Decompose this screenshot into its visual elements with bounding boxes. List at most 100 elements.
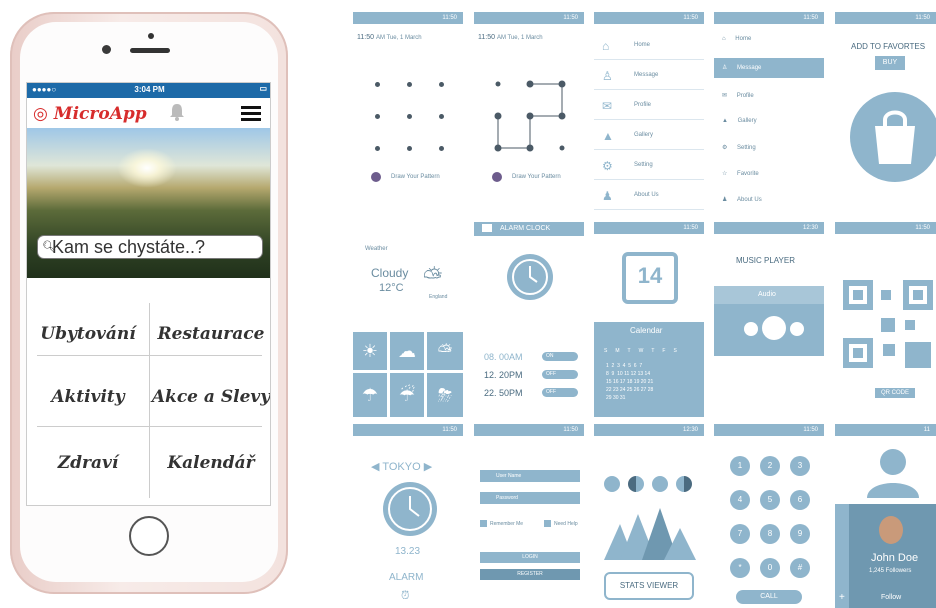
menu-item-setting[interactable]: ⚙ Setting [722,144,756,151]
pattern-dot[interactable] [375,114,380,119]
search-placeholder: Kam se chystáte..? [52,237,206,257]
login-button[interactable]: LOGIN [480,552,580,563]
menu-item-setting[interactable]: ⚙ Setting [594,150,704,180]
key-0[interactable]: 0 [760,558,780,578]
play-button[interactable] [762,316,786,340]
add-icon[interactable]: + [839,592,845,603]
qr-code-button[interactable]: QR CODE [875,388,915,398]
pattern-dot[interactable] [407,146,412,151]
key-8[interactable]: 8 [760,524,780,544]
lock-time: 11:50 AM Tue, 1 March [357,34,422,41]
calendar-weekdays: SMTWTFS [604,348,685,354]
favorites-title: ADD TO FAVORTES [851,42,926,51]
menu-item-profile[interactable]: ✉ Profile [594,90,704,120]
app-logo: ◎ MicroApp [33,104,147,124]
rain-icon: ☂︎ [353,373,387,417]
weekday: T [627,348,639,354]
music-label: Audio [758,291,776,298]
key-2[interactable]: 2 [760,456,780,476]
key-3[interactable]: 3 [790,456,810,476]
menu-item-profile[interactable]: ✉ Profile [722,92,754,99]
music-title: MUSIC PLAYER [736,256,795,265]
key-4[interactable]: 4 [730,490,750,510]
tile-restaurace[interactable]: Restaurace [150,301,270,367]
alarm-toggle-off[interactable]: OFF [542,388,578,397]
menu-item-gallery[interactable]: ▲ Gallery [722,118,757,124]
menu-item-message[interactable]: ♙ Message [722,64,761,71]
pattern-lock-drawn: 11:50 11:50 AM Tue, 1 March Draw Your Pa… [474,12,584,217]
key-hash[interactable]: # [790,558,810,578]
buy-button[interactable]: BUY [875,56,905,70]
weekday: T [651,348,663,354]
menu-item-message[interactable]: ♙ Message [594,60,704,90]
menu-item-label: Setting [737,145,756,151]
alarm-toggle-off[interactable]: OFF [542,370,578,379]
weekday: S [673,348,685,354]
mock-status-bar: 11:50 [474,12,584,24]
follow-button[interactable]: Follow [881,594,901,601]
key-5[interactable]: 5 [760,490,780,510]
help-checkbox[interactable] [544,520,551,527]
pattern-dot[interactable] [439,82,444,87]
menu-item-about[interactable]: ♟ About Us [594,180,704,210]
stats-viewer-button[interactable]: STATS VIEWER [604,572,694,600]
pattern-dot[interactable] [407,82,412,87]
bell-icon[interactable] [169,103,185,121]
register-button[interactable]: REGISTER [480,569,580,580]
lock-clock: 11:50 [478,34,495,41]
calendar-dates[interactable]: 1 2 3 4 5 6 7 8 9 10 11 12 13 14 15 16 17 … [606,362,653,402]
menu-item-about[interactable]: ♟ About Us [722,196,762,203]
search-input[interactable]: 🔍︎ Kam se chystáte..? [37,235,263,259]
remember-checkbox[interactable] [480,520,487,527]
username-field[interactable]: User Name [480,470,580,482]
tile-zdravi[interactable]: Zdraví [27,430,149,496]
login-screen: 11:50 User Name Password Remember Me Nee… [474,424,584,608]
menu-item-home[interactable]: ⌂ Home [722,36,751,42]
pattern-dot[interactable] [375,82,380,87]
tile-ubytovani[interactable]: Ubytování [27,301,149,367]
mock-status-bar: 11:50 [835,12,936,24]
pattern-dot[interactable] [439,146,444,151]
stats-viewer-screen: 12:30 STATS VIEWER [594,424,704,608]
battery-icon: ▭ [259,84,267,93]
hamburger-menu-icon[interactable] [241,106,261,122]
pie-icon [604,476,620,492]
key-1[interactable]: 1 [730,456,750,476]
key-7[interactable]: 7 [730,524,750,544]
pattern-dot[interactable] [407,114,412,119]
menu-icon[interactable] [482,224,492,232]
menu-item-favorite[interactable]: ☆ Favorite [722,170,759,177]
nav-menu-screen: 11:50 ⌂ Home ♙ Message ✉ Profile ▲ Gallery ⚙… [594,12,704,217]
alarm-time: 08. 00AM [484,352,523,362]
phone-screen: ●●●●○ 3:04 PM ▭ ◎ MicroApp 🔍︎ Kam se chy… [26,82,271,506]
tile-akce-a-slevy[interactable]: Akce a Slevy [150,364,270,430]
calendar-row: 29 30 31 [606,395,626,401]
alarm-time: 22. 50PM [484,388,523,398]
city-selector[interactable]: ◀ TOKYO ▶ [371,460,432,473]
alarm-clock-icon[interactable]: ⏰︎ [401,590,410,603]
key-9[interactable]: 9 [790,524,810,544]
tile-kalendar[interactable]: Kalendář [150,430,270,496]
key-6[interactable]: 6 [790,490,810,510]
tile-aktivity[interactable]: Aktivity [27,364,149,430]
mountain-chart-icon [604,508,696,560]
heavy-rain-icon: ☔︎ [390,373,424,417]
key-star[interactable]: * [730,558,750,578]
call-button[interactable]: CALL [736,590,802,604]
previous-icon[interactable] [744,322,758,336]
password-field[interactable]: Password [480,492,580,504]
pattern-dot[interactable] [439,114,444,119]
next-icon[interactable] [790,322,804,336]
pattern-dot[interactable] [375,146,380,151]
drawn-pattern [494,80,566,152]
storm-icon: ⛈︎ [427,373,463,417]
alarm-toggle-on[interactable]: ON [542,352,578,361]
calendar-row: 8 9 10 11 12 13 14 [606,371,651,377]
menu-item-gallery[interactable]: ▲ Gallery [594,120,704,150]
menu-item-home[interactable]: ⌂ Home [594,30,704,60]
weather-temp: 12°C [379,282,404,294]
pie-icon [628,476,644,492]
home-button[interactable] [129,516,169,556]
menu-item-label: Message [634,72,659,78]
lock-date: AM Tue, 1 March [375,35,422,41]
